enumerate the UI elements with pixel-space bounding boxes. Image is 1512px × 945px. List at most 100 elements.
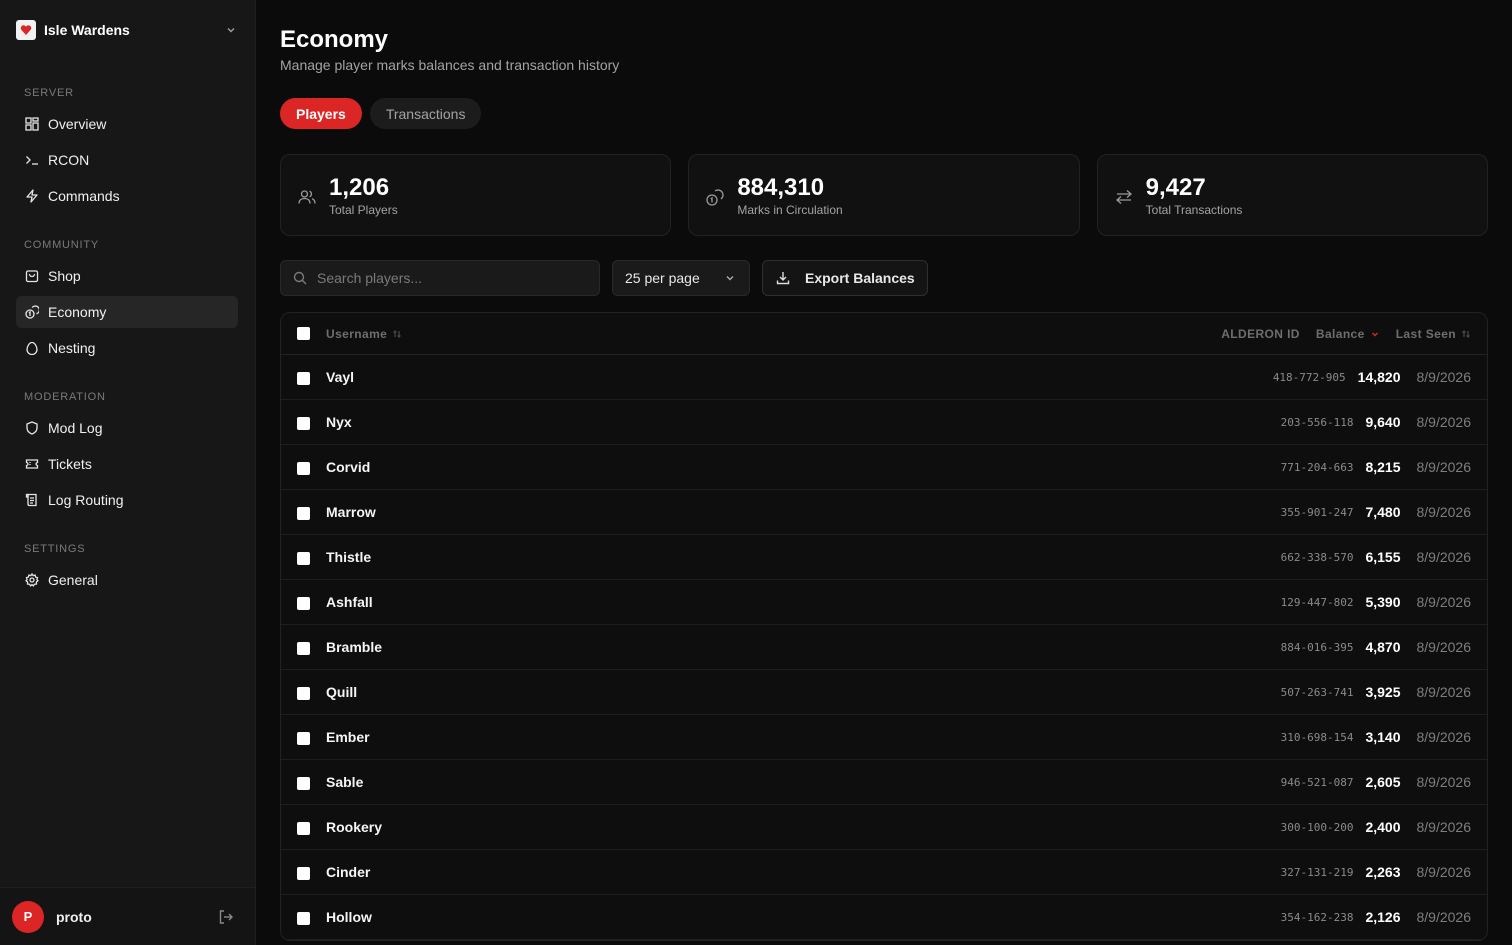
section-label-server: SERVER	[24, 87, 74, 99]
cell-username: Vayl	[326, 369, 355, 385]
cell-last-seen: 8/9/2026	[1416, 504, 1472, 520]
table-row[interactable]: Quill 507-263-741 3,925 8/9/2026	[281, 670, 1487, 715]
tab-players[interactable]: Players	[280, 98, 362, 129]
table-row[interactable]: Bramble 884-016-395 4,870 8/9/2026	[281, 625, 1487, 670]
table-row[interactable]: Ashfall 129-447-802 5,390 8/9/2026	[281, 580, 1487, 625]
cell-username: Marrow	[326, 504, 376, 520]
table-row[interactable]: Rookery 300-100-200 2,400 8/9/2026	[281, 805, 1487, 850]
select-all-checkbox[interactable]	[297, 327, 310, 340]
sidebar-item-label: Log Routing	[48, 492, 124, 508]
row-checkbox[interactable]	[297, 911, 310, 925]
sidebar-item-general[interactable]: General	[16, 564, 238, 596]
gear-icon	[24, 572, 40, 588]
row-checkbox[interactable]	[297, 731, 310, 745]
sort-balance-header[interactable]: Balance	[1316, 327, 1380, 341]
cell-balance: 14,820	[1357, 369, 1401, 385]
export-balances-button[interactable]: Export Balances	[762, 260, 928, 296]
row-checkbox[interactable]	[297, 641, 310, 655]
table-row[interactable]: Nyx 203-556-118 9,640 8/9/2026	[281, 400, 1487, 445]
header-username: Username	[326, 326, 388, 341]
chevron-down-icon	[223, 22, 239, 38]
sidebar-item-log-routing[interactable]: Log Routing	[16, 484, 238, 516]
sidebar-item-commands[interactable]: Commands	[16, 180, 238, 212]
stat-label: Total Transactions	[1145, 202, 1243, 217]
server-switcher[interactable]: Isle Wardens	[0, 0, 255, 60]
table-row[interactable]: Hollow 354-162-238 2,126 8/9/2026	[281, 895, 1487, 940]
search-input[interactable]	[317, 270, 587, 286]
cell-last-seen: 8/9/2026	[1416, 774, 1472, 790]
row-checkbox[interactable]	[297, 686, 310, 700]
sidebar-item-shop[interactable]: Shop	[16, 260, 238, 292]
cell-balance: 2,126	[1365, 909, 1401, 925]
sort-username-header[interactable]: Username	[326, 327, 402, 341]
search-box[interactable]	[280, 260, 600, 296]
row-checkbox[interactable]	[297, 416, 310, 430]
players-table: Username ALDERON ID Balance Last Seen Va…	[280, 312, 1488, 941]
row-checkbox[interactable]	[297, 371, 310, 385]
sidebar-item-label: RCON	[48, 152, 90, 168]
server-logo	[16, 20, 36, 40]
tab-transactions[interactable]: Transactions	[369, 98, 482, 129]
sort-icon	[1461, 329, 1471, 339]
cell-last-seen: 8/9/2026	[1416, 594, 1472, 610]
row-checkbox[interactable]	[297, 776, 310, 790]
table-row[interactable]: Vayl 418-772-905 14,820 8/9/2026	[281, 355, 1487, 400]
row-checkbox[interactable]	[297, 461, 310, 475]
logout-icon[interactable]	[217, 908, 235, 926]
cell-alderon-id: 327-131-219	[1280, 865, 1354, 879]
bolt-icon	[24, 188, 40, 204]
row-checkbox[interactable]	[297, 506, 310, 520]
cell-username: Nyx	[326, 414, 352, 430]
cell-username: Thistle	[326, 549, 372, 565]
row-checkbox[interactable]	[297, 821, 310, 835]
cell-username: Hollow	[326, 909, 372, 925]
cell-alderon-id: 884-016-395	[1280, 640, 1354, 654]
row-checkbox[interactable]	[297, 551, 310, 565]
cell-username: Corvid	[326, 459, 371, 475]
table-row[interactable]: Ember 310-698-154 3,140 8/9/2026	[281, 715, 1487, 760]
stat-card-total-transactions: 9,427 Total Transactions	[1096, 154, 1488, 236]
cell-last-seen: 8/9/2026	[1416, 819, 1472, 835]
stat-label: Total Players	[329, 202, 398, 217]
table-row[interactable]: Thistle 662-338-570 6,155 8/9/2026	[281, 535, 1487, 580]
cell-username: Rookery	[326, 819, 383, 835]
stat-card-marks-circulation: 884,310 Marks in Circulation	[688, 154, 1080, 236]
table-row[interactable]: Cinder 327-131-219 2,263 8/9/2026	[281, 850, 1487, 895]
cell-balance: 7,480	[1365, 504, 1401, 520]
sidebar-item-label: Commands	[48, 188, 120, 204]
terminal-icon	[24, 152, 40, 168]
sidebar-item-overview[interactable]: Overview	[16, 108, 238, 140]
cell-last-seen: 8/9/2026	[1416, 459, 1472, 475]
table-row[interactable]: Marrow 355-901-247 7,480 8/9/2026	[281, 490, 1487, 535]
cell-last-seen: 8/9/2026	[1416, 864, 1472, 880]
shield-icon	[24, 420, 40, 436]
user-bar: P proto	[0, 887, 255, 945]
table-row[interactable]: Sable 946-521-087 2,605 8/9/2026	[281, 760, 1487, 805]
tab-bar: Players Transactions	[280, 98, 1488, 129]
sidebar-item-tickets[interactable]: Tickets	[16, 448, 238, 480]
chevron-down-icon	[1370, 329, 1380, 339]
cell-last-seen: 8/9/2026	[1416, 414, 1472, 430]
sidebar-item-rcon[interactable]: RCON	[16, 144, 238, 176]
cell-last-seen: 8/9/2026	[1416, 729, 1472, 745]
header-alderon-id: ALDERON ID	[1221, 326, 1300, 341]
shopping-bag-icon	[24, 268, 40, 284]
sidebar-item-economy[interactable]: Economy	[16, 296, 238, 328]
per-page-select[interactable]: 25 per page	[612, 260, 750, 296]
sidebar-item-label: Shop	[48, 268, 81, 284]
cell-last-seen: 8/9/2026	[1416, 369, 1472, 385]
cell-balance: 8,215	[1365, 459, 1401, 475]
row-checkbox[interactable]	[297, 596, 310, 610]
sidebar-item-label: Nesting	[48, 340, 96, 356]
sort-last-seen-header[interactable]: Last Seen	[1396, 327, 1471, 341]
cell-username: Ember	[326, 729, 370, 745]
sidebar-item-mod-log[interactable]: Mod Log	[16, 412, 238, 444]
cell-alderon-id: 300-100-200	[1280, 820, 1354, 834]
coins-icon	[705, 187, 725, 207]
sidebar-item-nesting[interactable]: Nesting	[16, 332, 238, 364]
cell-alderon-id: 310-698-154	[1280, 730, 1354, 744]
table-row[interactable]: Corvid 771-204-663 8,215 8/9/2026	[281, 445, 1487, 490]
row-checkbox[interactable]	[297, 866, 310, 880]
cell-alderon-id: 354-162-238	[1280, 910, 1354, 924]
avatar[interactable]: P	[12, 900, 44, 933]
